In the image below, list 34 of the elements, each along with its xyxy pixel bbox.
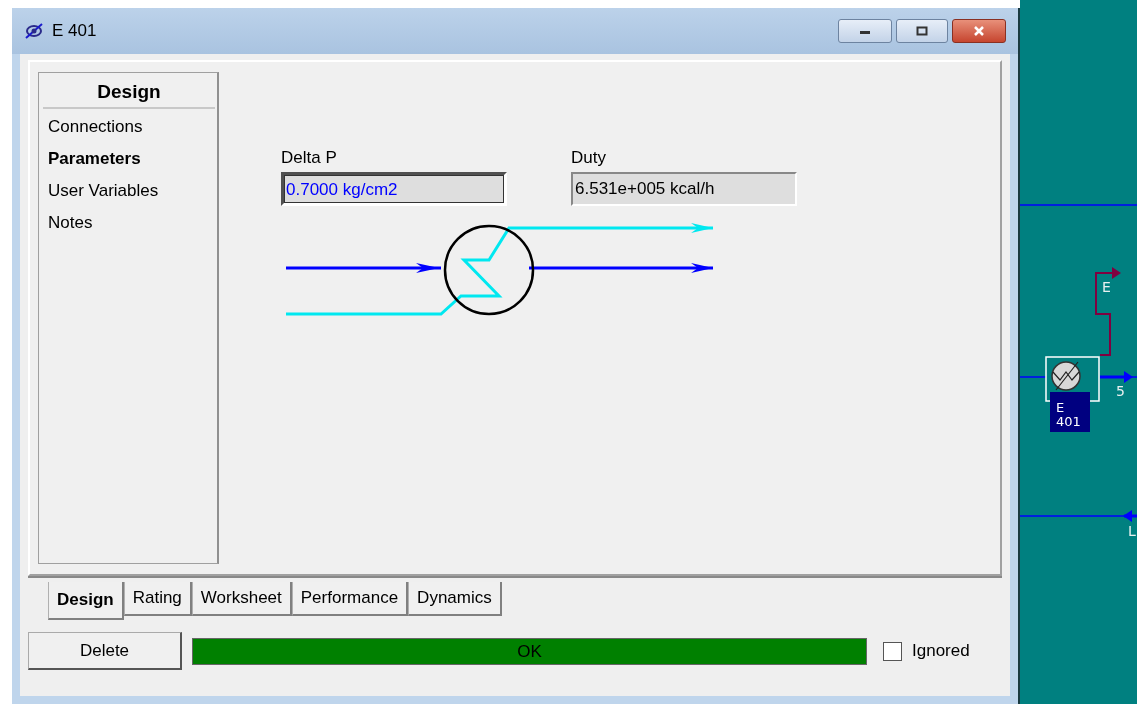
stream-label: 5 — [1116, 383, 1125, 399]
sidebar-item[interactable]: User Variables — [39, 173, 217, 205]
app-icon — [24, 22, 44, 40]
checkbox[interactable] — [883, 641, 902, 661]
unit-label: E — [1056, 400, 1065, 415]
tab[interactable]: Rating — [123, 582, 192, 616]
delete-button[interactable]: Delete — [28, 632, 182, 670]
unit-tag — [1050, 392, 1090, 432]
stream-label: E — [1102, 279, 1111, 295]
sidebar-header: Design — [43, 73, 215, 109]
stream-line — [1020, 376, 1047, 378]
field-label: Delta P — [281, 148, 338, 168]
maximize-icon — [916, 26, 928, 36]
window-title: E 401 — [52, 21, 97, 41]
tab[interactable]: Dynamics — [408, 582, 502, 616]
tab[interactable]: Worksheet — [191, 582, 292, 616]
sidebar-item[interactable]: Notes — [39, 205, 217, 237]
close-icon — [972, 26, 986, 36]
stream-label: L — [1128, 523, 1136, 539]
input-field[interactable]: 0.7000 kg/cm2 — [281, 172, 507, 206]
heat-exchanger-icon[interactable] — [1051, 361, 1081, 391]
sidebar-item[interactable]: Parameters — [39, 141, 217, 173]
checkbox-label[interactable]: Ignored — [912, 641, 970, 661]
close-button[interactable] — [952, 19, 1006, 43]
maximize-button[interactable] — [896, 19, 948, 43]
input-field[interactable]: 6.531e+005 kcal/h — [571, 172, 797, 206]
tab[interactable]: Design — [48, 582, 124, 620]
field-label: Duty — [571, 148, 607, 168]
unit-label: 401 — [1056, 414, 1081, 429]
minimize-button[interactable] — [838, 19, 892, 43]
tab[interactable]: Performance — [291, 582, 409, 616]
sidebar-item[interactable]: Connections — [39, 109, 217, 141]
stream-arrow — [1100, 371, 1137, 383]
status-bar: OK — [192, 637, 867, 665]
